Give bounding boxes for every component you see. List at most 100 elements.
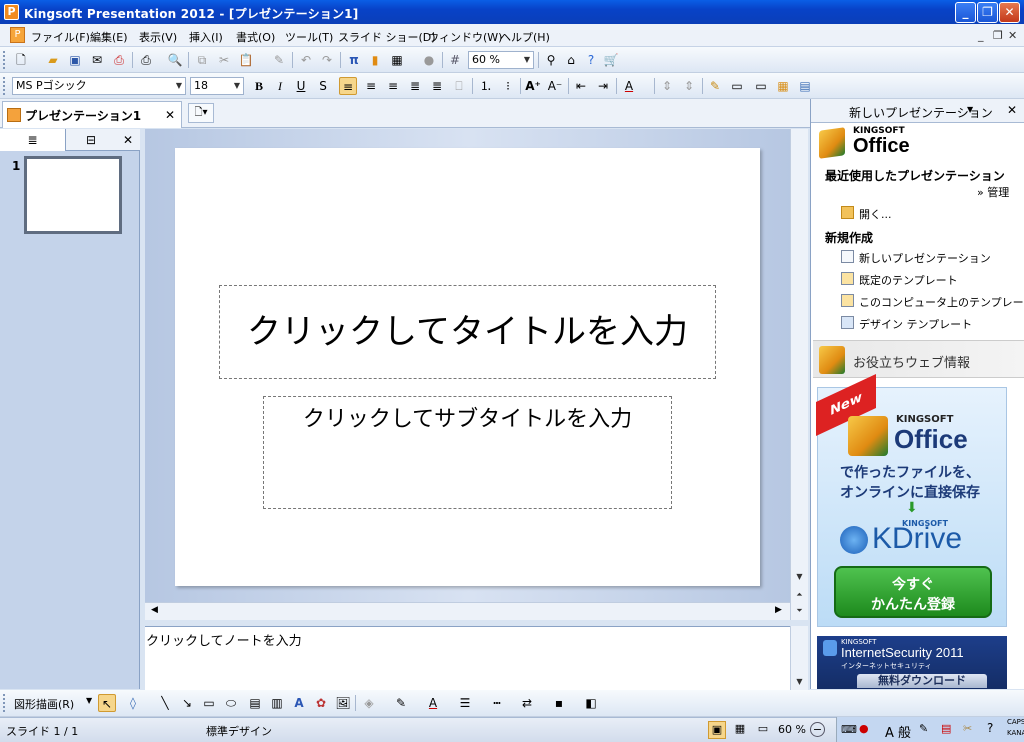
slide-table-icon[interactable]: ▦	[774, 77, 792, 95]
align-center-icon[interactable]: ≡	[362, 77, 380, 95]
select-pointer-icon[interactable]: ↖	[98, 694, 116, 712]
distribute-icon[interactable]: ≣	[428, 77, 446, 95]
kdrive-ad[interactable]: New KINGSOFT Office で作ったファイルを、 オンラインに直接保…	[816, 374, 1007, 627]
new-icon[interactable]: 🗋	[12, 51, 30, 69]
dash-style-icon[interactable]: ┅	[488, 694, 506, 712]
menu-help[interactable]: ヘルプ(H)	[500, 29, 550, 45]
textbox-icon[interactable]: ▤	[246, 694, 264, 712]
save-icon[interactable]: ▣	[66, 51, 84, 69]
font-color-icon[interactable]: A	[424, 694, 442, 712]
redo-icon[interactable]: ↷	[318, 51, 336, 69]
grid-icon[interactable]: #	[446, 51, 464, 69]
picture-icon[interactable]: 🖼	[334, 694, 352, 712]
mail-icon[interactable]: ✉	[88, 51, 106, 69]
print-preview-icon[interactable]: 🔍	[166, 51, 184, 69]
title-placeholder[interactable]: クリックしてタイトルを入力	[219, 285, 716, 379]
font-color-icon[interactable]: A	[620, 77, 638, 95]
download-button[interactable]: 無料ダウンロード	[857, 674, 987, 688]
line-color-icon[interactable]: ✎	[392, 694, 410, 712]
tab-outline[interactable]: ≣	[0, 129, 66, 151]
bullets-icon[interactable]: ⁝	[499, 77, 517, 95]
format-painter-icon[interactable]: ✎	[270, 51, 288, 69]
normal-view-icon[interactable]: ▣	[708, 721, 726, 739]
slide-canvas[interactable]: クリックしてタイトルを入力 クリックしてサブタイトルを入力	[175, 148, 760, 586]
chevron-down-icon[interactable]: ▼	[86, 696, 92, 705]
menu-tools[interactable]: ツール(T)	[285, 29, 333, 45]
rectangle-icon[interactable]: ▭	[200, 694, 218, 712]
dictionary-icon[interactable]: ▤	[941, 722, 951, 735]
increase-indent-icon[interactable]: ⇥	[594, 77, 612, 95]
ime-tool-icon[interactable]: ✎	[919, 722, 928, 735]
fill-color-icon[interactable]: ◈	[360, 694, 378, 712]
bold-icon[interactable]: B	[250, 77, 268, 95]
pdf-icon[interactable]: ⎙	[110, 51, 128, 69]
table-icon[interactable]: ▦	[388, 51, 406, 69]
home-icon[interactable]: ⌂	[562, 51, 580, 69]
subtitle-placeholder[interactable]: クリックしてサブタイトルを入力	[263, 396, 672, 509]
binoculars-icon[interactable]: ⚲	[542, 51, 560, 69]
italic-icon[interactable]: I	[271, 77, 289, 95]
prev-slide-icon[interactable]: ⏶	[791, 587, 808, 603]
decrease-indent-icon[interactable]: ⇤	[572, 77, 590, 95]
line-spacing-icon[interactable]: ⇕	[658, 77, 676, 95]
chevron-down-icon[interactable]: ▼	[967, 105, 973, 114]
keyboard-icon[interactable]: ⌨	[841, 723, 857, 736]
arrow-icon[interactable]: ↘	[178, 694, 196, 712]
scroll-right-icon[interactable]: ▶	[775, 605, 782, 615]
tools-icon[interactable]: ✂	[963, 722, 972, 735]
justify-icon[interactable]: ≣	[406, 77, 424, 95]
vertical-textbox-icon[interactable]: ▥	[268, 694, 286, 712]
restore-button[interactable]: ❐	[977, 2, 998, 23]
oval-icon[interactable]: ⬭	[222, 694, 240, 712]
vertical-scrollbar[interactable]: ▼ ⏶ ⏷	[790, 129, 808, 620]
ime-icon[interactable]: ●	[859, 722, 869, 735]
close-button[interactable]: ✕	[999, 2, 1020, 23]
notes-page-icon[interactable]: ▤	[796, 77, 814, 95]
open-folder-icon[interactable]: ▰	[44, 51, 62, 69]
paste-icon[interactable]: 📋	[237, 51, 255, 69]
shadow-icon[interactable]: S	[314, 77, 332, 95]
line-icon[interactable]: ╲	[156, 694, 174, 712]
undo-icon[interactable]: ↶	[297, 51, 315, 69]
autoshapes-icon[interactable]: ◊	[124, 694, 142, 712]
sorter-view-icon[interactable]: ▦	[731, 721, 749, 739]
grow-font-icon[interactable]: A⁺	[524, 77, 542, 95]
horizontal-scrollbar[interactable]: ◀ ▶	[145, 602, 790, 620]
menu-edit[interactable]: 編集(E)	[90, 29, 128, 45]
zoom-out-icon[interactable]: −	[810, 722, 825, 737]
equation-icon[interactable]: π	[345, 51, 363, 69]
print-icon[interactable]: ⎙	[137, 51, 155, 69]
ime-help-icon[interactable]: ?	[987, 721, 993, 735]
close-pane-icon[interactable]: ✕	[1007, 103, 1017, 117]
copy-icon[interactable]: ⧉	[193, 51, 211, 69]
minimize-button[interactable]: _	[955, 2, 976, 23]
internet-security-ad[interactable]: KINGSOFT InternetSecurity 2011 インターネットセキ…	[817, 636, 1007, 689]
wordart-icon[interactable]: A	[290, 694, 308, 712]
menu-view[interactable]: 表示(V)	[139, 29, 177, 45]
notes-scrollbar[interactable]: ▼	[790, 626, 808, 690]
new-tab-button[interactable]: 🗋▾	[188, 103, 214, 123]
globe-icon[interactable]: ●	[420, 51, 438, 69]
numbering-icon[interactable]: ⒈	[477, 77, 495, 95]
text-direction-icon[interactable]: ⎕	[450, 77, 468, 95]
shadow-style-icon[interactable]: ▪	[550, 694, 568, 712]
paragraph-spacing-icon[interactable]: ⇕	[680, 77, 698, 95]
design-icon[interactable]: ✎	[706, 77, 724, 95]
tab-slides[interactable]: ⊟	[66, 129, 116, 151]
menu-file[interactable]: ファイル(F)	[31, 29, 90, 45]
ime-mode[interactable]: A 般	[885, 722, 911, 741]
manage-link[interactable]: » 管理	[977, 184, 1009, 200]
layout-icon[interactable]: ▭	[728, 77, 746, 95]
font-size-select[interactable]: 18 ▼	[190, 77, 244, 95]
slideshow-view-icon[interactable]: ▭	[754, 721, 772, 739]
doc-restore-button[interactable]: ❐	[993, 29, 1003, 42]
help-icon[interactable]: ?	[582, 51, 600, 69]
line-style-icon[interactable]: ☰	[456, 694, 474, 712]
new-slide-icon[interactable]: ▭	[752, 77, 770, 95]
menu-format[interactable]: 書式(O)	[236, 29, 275, 45]
task-pane-header[interactable]: 新しいプレゼンテーション ▼ ✕	[811, 99, 1024, 123]
align-right-icon[interactable]: ≡	[384, 77, 402, 95]
app-menu-icon[interactable]: P	[10, 27, 25, 43]
doc-close-button[interactable]: ✕	[1008, 29, 1017, 42]
cart-icon[interactable]: 🛒	[602, 51, 620, 69]
